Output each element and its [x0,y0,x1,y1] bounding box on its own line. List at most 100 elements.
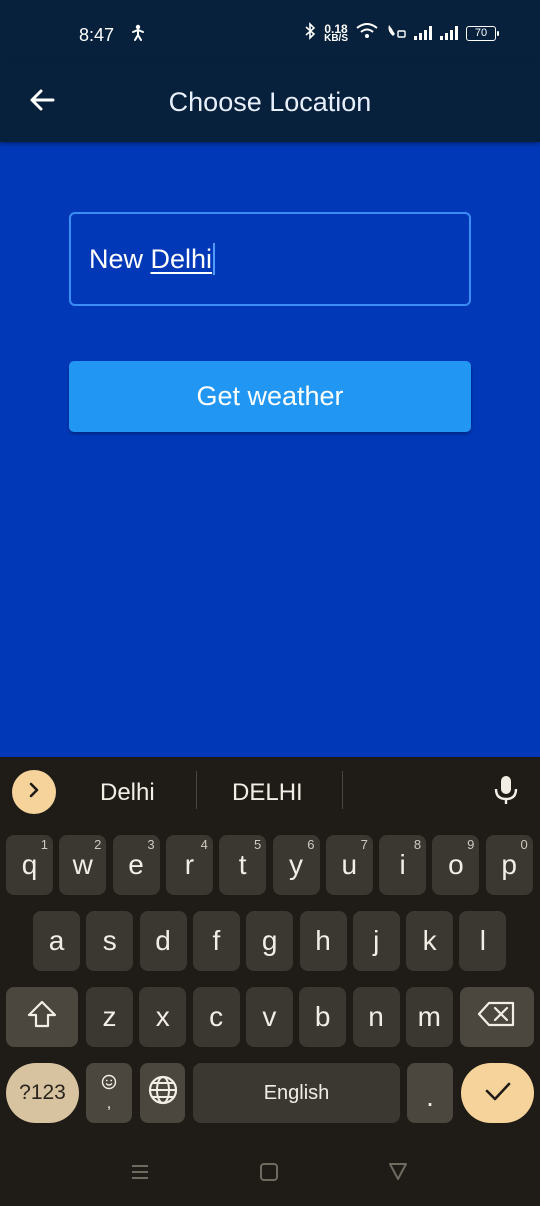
key-k[interactable]: k [406,911,454,971]
shift-icon [26,999,58,1036]
space-key[interactable]: English [193,1063,400,1123]
chevron-right-icon [27,781,41,804]
key-i[interactable]: i8 [379,835,427,895]
key-f[interactable]: f [192,911,240,971]
key-z[interactable]: z [86,987,133,1047]
key-l[interactable]: l [459,911,507,971]
bluetooth-icon [304,22,316,44]
key-g[interactable]: g [246,911,294,971]
get-weather-button[interactable]: Get weather [69,361,471,432]
key-hint: 5 [253,837,262,852]
key-label: m [417,1001,441,1032]
key-label: s [102,925,117,956]
keyboard-toolbar-toggle[interactable] [12,770,56,814]
key-label: p [501,849,517,880]
suggestion-strip: Delhi DELHI [0,757,540,825]
comma-label: , [106,1094,112,1112]
key-label: q [21,849,38,880]
key-label: n [368,1001,384,1032]
emoji-comma-key[interactable]: , [86,1063,132,1123]
soft-keyboard: Delhi DELHI ?123 , English . q 1 w 2 e 3… [0,757,540,1206]
suggestion-divider [196,771,197,809]
key-t[interactable]: t5 [219,835,267,895]
back-nav-icon[interactable] [387,1160,409,1189]
key-m[interactable]: m [405,987,453,1047]
key-x[interactable]: x [139,987,187,1047]
network-speed-unit: KB/S [324,32,348,44]
key-p[interactable]: p0 [485,835,533,895]
key-s[interactable]: s [86,911,134,971]
key-label: w [72,849,93,880]
key-n[interactable]: n [352,987,400,1047]
key-hint: 7 [360,837,368,852]
key-label: y [289,849,303,880]
key-hint: 3 [147,837,155,852]
app-bar: Choose Location [0,60,540,142]
language-key[interactable] [140,1063,185,1123]
key-label: h [315,925,331,956]
globe-icon [147,1074,179,1113]
key-label: j [373,925,380,956]
symbols-key[interactable]: ?123 [6,1063,79,1123]
key-e[interactable]: e3 [112,835,160,895]
volte-call-icon [386,23,406,43]
suggestion-2[interactable]: DELHI [232,779,303,807]
page-title: Choose Location [168,87,372,117]
key-w[interactable]: w2 [59,835,107,895]
backspace-key[interactable] [460,987,534,1047]
key-label: l [479,925,486,956]
battery-icon: 70 [466,25,499,41]
key-label: g [261,925,278,956]
key-label: x [155,1001,170,1032]
emoji-icon [101,1074,117,1095]
microphone-icon[interactable] [492,774,520,811]
key-label: k [422,925,437,956]
key-label: e [128,849,144,880]
key-d[interactable]: d [139,911,187,971]
key-label: a [48,925,65,956]
shift-key[interactable] [6,987,78,1047]
period-key[interactable]: . [407,1063,453,1123]
key-y[interactable]: y6 [272,835,320,895]
key-label: d [155,925,171,956]
city-input-value: New [89,243,151,274]
status-time: 8:47 [79,25,115,45]
city-input-text: New Delhi [89,244,212,275]
key-label: t [238,849,247,880]
key-hint: 6 [307,837,315,852]
key-hint: 4 [200,837,208,852]
key-j[interactable]: j [352,911,400,971]
key-u[interactable]: u7 [325,835,373,895]
signal-1-icon [414,26,432,40]
city-input-composing-text: Delhi [150,243,213,274]
key-label: z [102,1001,117,1032]
key-hint: 1 [40,837,48,852]
backspace-icon [477,1000,517,1035]
suggestion-divider [342,771,343,809]
recent-apps-icon[interactable] [130,1160,150,1189]
home-icon[interactable] [258,1160,280,1189]
key-a[interactable]: a [33,911,80,971]
key-label: b [314,1001,331,1032]
key-hint: 8 [413,837,422,852]
key-r[interactable]: r4 [165,835,213,895]
key-q[interactable]: q1 [6,835,53,895]
system-nav-bar [0,1148,540,1206]
suggestion-1[interactable]: Delhi [100,779,155,807]
key-o[interactable]: o9 [432,835,480,895]
key-h[interactable]: h [299,911,347,971]
key-hint: 0 [520,837,528,852]
done-key[interactable] [461,1063,534,1123]
key-c[interactable]: c [192,987,240,1047]
key-label: f [212,925,221,956]
status-bar: 8:47 0.18 KB/S 70 [0,0,540,60]
key-hint: 9 [467,837,475,852]
key-label: r [184,849,195,880]
signal-2-icon [440,26,458,40]
accessibility-icon [130,24,146,47]
key-label: c [209,1001,224,1032]
key-b[interactable]: b [299,987,347,1047]
city-input[interactable]: New Delhi [69,212,471,306]
key-v[interactable]: v [245,987,293,1047]
text-cursor [213,243,216,275]
